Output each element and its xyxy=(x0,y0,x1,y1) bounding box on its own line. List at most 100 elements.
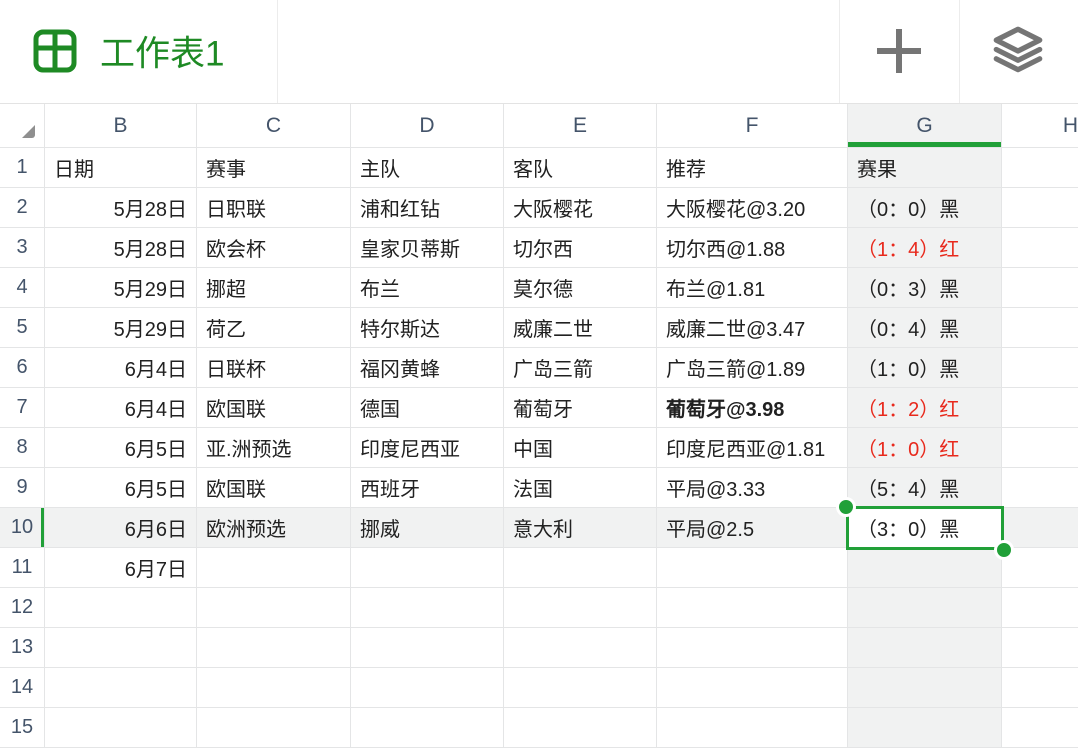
selection-handle-bottom-right[interactable] xyxy=(994,540,1014,560)
cell-G13[interactable] xyxy=(848,628,1002,668)
cell-G10[interactable]: （3：0）黑 xyxy=(848,508,1002,548)
cell-C10[interactable]: 欧洲预选 xyxy=(197,508,351,548)
cell-E12[interactable] xyxy=(504,588,657,628)
cell-B3[interactable]: 5月28日 xyxy=(45,228,197,268)
cell-G9[interactable]: （5：4）黑 xyxy=(848,468,1002,508)
row-header-11[interactable]: 11 xyxy=(0,548,45,588)
row-header-15[interactable]: 15 xyxy=(0,708,45,748)
cell-B4[interactable]: 5月29日 xyxy=(45,268,197,308)
cell-E4[interactable]: 莫尔德 xyxy=(504,268,657,308)
cell-C4[interactable]: 挪超 xyxy=(197,268,351,308)
cell-C2[interactable]: 日职联 xyxy=(197,188,351,228)
cell-D6[interactable]: 福冈黄蜂 xyxy=(351,348,504,388)
cell-H14[interactable] xyxy=(1002,668,1078,708)
cell-D3[interactable]: 皇家贝蒂斯 xyxy=(351,228,504,268)
row-header-14[interactable]: 14 xyxy=(0,668,45,708)
cell-C5[interactable]: 荷乙 xyxy=(197,308,351,348)
column-header-B[interactable]: B xyxy=(45,104,197,148)
cell-D8[interactable]: 印度尼西亚 xyxy=(351,428,504,468)
row-header-12[interactable]: 12 xyxy=(0,588,45,628)
cell-H4[interactable] xyxy=(1002,268,1078,308)
cell-F3[interactable]: 切尔西@1.88 xyxy=(657,228,848,268)
cell-B8[interactable]: 6月5日 xyxy=(45,428,197,468)
cell-D2[interactable]: 浦和红钻 xyxy=(351,188,504,228)
sheet-title[interactable]: 工作表1 xyxy=(100,26,224,77)
cell-C7[interactable]: 欧国联 xyxy=(197,388,351,428)
cell-E15[interactable] xyxy=(504,708,657,748)
row-header-6[interactable]: 6 xyxy=(0,348,45,388)
cell-H13[interactable] xyxy=(1002,628,1078,668)
cell-F4[interactable]: 布兰@1.81 xyxy=(657,268,848,308)
cell-H1[interactable] xyxy=(1002,148,1078,188)
cell-B7[interactable]: 6月4日 xyxy=(45,388,197,428)
cell-E7[interactable]: 葡萄牙 xyxy=(504,388,657,428)
cell-E13[interactable] xyxy=(504,628,657,668)
cell-C15[interactable] xyxy=(197,708,351,748)
row-header-9[interactable]: 9 xyxy=(0,468,45,508)
cell-C8[interactable]: 亚.洲预选 xyxy=(197,428,351,468)
cell-D1[interactable]: 主队 xyxy=(351,148,504,188)
sheet-manager-button[interactable] xyxy=(985,18,1051,84)
cell-B5[interactable]: 5月29日 xyxy=(45,308,197,348)
cell-F12[interactable] xyxy=(657,588,848,628)
column-header-E[interactable]: E xyxy=(504,104,657,148)
row-header-5[interactable]: 5 xyxy=(0,308,45,348)
cell-D15[interactable] xyxy=(351,708,504,748)
cell-H6[interactable] xyxy=(1002,348,1078,388)
cell-F10[interactable]: 平局@2.5 xyxy=(657,508,848,548)
select-all-corner[interactable] xyxy=(0,104,45,148)
row-header-2[interactable]: 2 xyxy=(0,188,45,228)
cell-C13[interactable] xyxy=(197,628,351,668)
cell-E6[interactable]: 广岛三箭 xyxy=(504,348,657,388)
cell-D14[interactable] xyxy=(351,668,504,708)
cell-F15[interactable] xyxy=(657,708,848,748)
cell-D11[interactable] xyxy=(351,548,504,588)
cell-D4[interactable]: 布兰 xyxy=(351,268,504,308)
row-header-3[interactable]: 3 xyxy=(0,228,45,268)
cell-D5[interactable]: 特尔斯达 xyxy=(351,308,504,348)
cell-H7[interactable] xyxy=(1002,388,1078,428)
cell-G7[interactable]: （1：2）红 xyxy=(848,388,1002,428)
cell-D10[interactable]: 挪威 xyxy=(351,508,504,548)
cell-D9[interactable]: 西班牙 xyxy=(351,468,504,508)
cell-F11[interactable] xyxy=(657,548,848,588)
cell-B9[interactable]: 6月5日 xyxy=(45,468,197,508)
cell-H3[interactable] xyxy=(1002,228,1078,268)
cell-E10[interactable]: 意大利 xyxy=(504,508,657,548)
cell-B2[interactable]: 5月28日 xyxy=(45,188,197,228)
cell-H15[interactable] xyxy=(1002,708,1078,748)
cell-E9[interactable]: 法国 xyxy=(504,468,657,508)
cell-E11[interactable] xyxy=(504,548,657,588)
row-header-4[interactable]: 4 xyxy=(0,268,45,308)
cell-G1[interactable]: 赛果 xyxy=(848,148,1002,188)
cell-H10[interactable] xyxy=(1002,508,1078,548)
row-header-13[interactable]: 13 xyxy=(0,628,45,668)
column-header-F[interactable]: F xyxy=(657,104,848,148)
cell-C6[interactable]: 日联杯 xyxy=(197,348,351,388)
cell-F5[interactable]: 威廉二世@3.47 xyxy=(657,308,848,348)
cell-D7[interactable]: 德国 xyxy=(351,388,504,428)
cell-G15[interactable] xyxy=(848,708,1002,748)
cell-H12[interactable] xyxy=(1002,588,1078,628)
cell-H5[interactable] xyxy=(1002,308,1078,348)
cell-H8[interactable] xyxy=(1002,428,1078,468)
selection-handle-top-left[interactable] xyxy=(836,497,856,517)
cell-G5[interactable]: （0：4）黑 xyxy=(848,308,1002,348)
cell-F6[interactable]: 广岛三箭@1.89 xyxy=(657,348,848,388)
cell-B1[interactable]: 日期 xyxy=(45,148,197,188)
cell-G2[interactable]: （0：0）黑 xyxy=(848,188,1002,228)
cell-B11[interactable]: 6月7日 xyxy=(45,548,197,588)
cell-C11[interactable] xyxy=(197,548,351,588)
cell-D12[interactable] xyxy=(351,588,504,628)
cell-F7[interactable]: 葡萄牙@3.98 xyxy=(657,388,848,428)
cell-G12[interactable] xyxy=(848,588,1002,628)
cell-C14[interactable] xyxy=(197,668,351,708)
cell-G3[interactable]: （1：4）红 xyxy=(848,228,1002,268)
cell-G14[interactable] xyxy=(848,668,1002,708)
cell-H2[interactable] xyxy=(1002,188,1078,228)
row-header-10[interactable]: 10 xyxy=(0,508,45,548)
cell-E14[interactable] xyxy=(504,668,657,708)
cell-E2[interactable]: 大阪樱花 xyxy=(504,188,657,228)
cell-F8[interactable]: 印度尼西亚@1.81 xyxy=(657,428,848,468)
row-header-8[interactable]: 8 xyxy=(0,428,45,468)
